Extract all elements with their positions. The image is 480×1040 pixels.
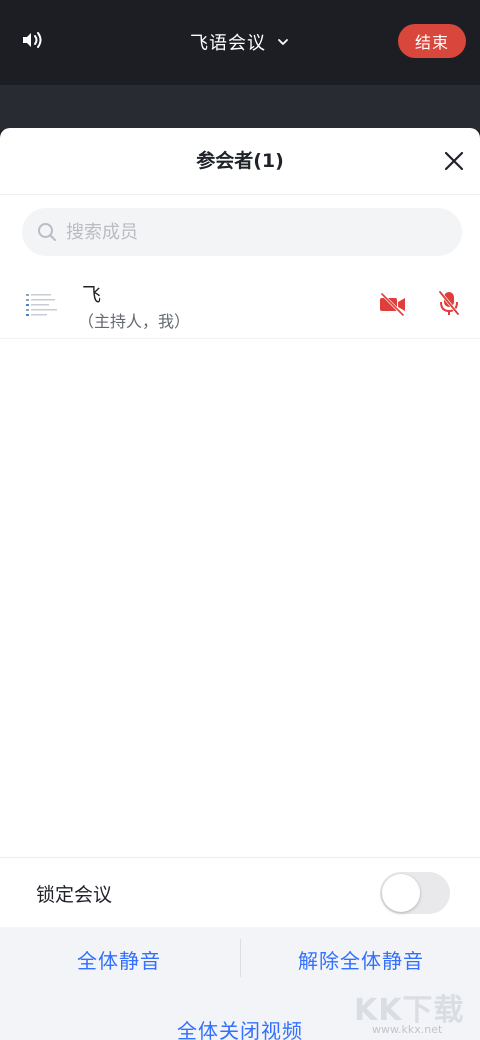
- lock-meeting-toggle[interactable]: [380, 872, 450, 914]
- speaker-icon[interactable]: [20, 27, 46, 53]
- sheet-header: 参会者(1): [0, 128, 480, 195]
- lock-meeting-label: 锁定会议: [36, 884, 113, 906]
- watermark: KK下载 www.kkx.net: [350, 985, 478, 1037]
- video-area: [0, 85, 480, 130]
- meeting-title[interactable]: 飞语会议: [150, 28, 330, 56]
- watermark-site: www.kkx.net: [372, 1023, 443, 1036]
- meeting-title-text: 飞语会议: [190, 33, 266, 54]
- sheet-title: 参会者(1): [196, 150, 284, 172]
- avatar: [22, 282, 68, 328]
- avatar-image: [26, 294, 57, 316]
- lock-meeting-row: 锁定会议: [0, 857, 480, 928]
- top-bar: 飞语会议 结束: [0, 0, 480, 85]
- action-divider: [240, 939, 241, 977]
- unmute-all-button[interactable]: 解除全体静音: [242, 945, 480, 974]
- end-meeting-button[interactable]: 结束: [398, 24, 466, 58]
- mute-all-button[interactable]: 全体静音: [0, 945, 238, 974]
- search-bar[interactable]: [22, 208, 462, 256]
- search-icon: [38, 223, 56, 241]
- participant-role: （主持人，我）: [78, 312, 191, 331]
- close-icon[interactable]: [443, 150, 465, 172]
- participants-sheet: 参会者(1) 飞 （主持人，我）: [0, 128, 480, 1040]
- search-input[interactable]: [66, 208, 446, 256]
- mic-muted-icon[interactable]: [436, 289, 462, 317]
- toggle-knob: [382, 874, 420, 912]
- participant-row[interactable]: 飞 （主持人，我）: [0, 274, 480, 339]
- participant-name: 飞: [82, 284, 102, 306]
- camera-off-icon[interactable]: [378, 291, 408, 317]
- chevron-down-icon: [278, 39, 288, 45]
